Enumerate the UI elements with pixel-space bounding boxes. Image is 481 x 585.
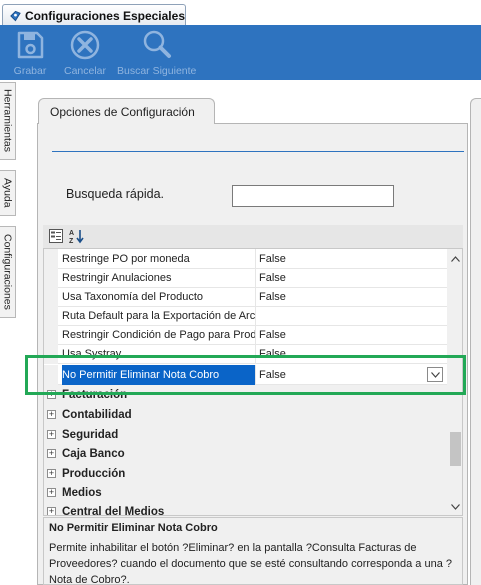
row-gutter xyxy=(44,287,58,307)
search-input[interactable] xyxy=(232,185,394,207)
row-gutter xyxy=(44,325,58,345)
side-tab-ayuda[interactable]: Ayuda xyxy=(0,170,16,216)
property-value[interactable]: False xyxy=(259,325,447,345)
category-label: Contabilidad xyxy=(62,409,132,421)
property-name: Usa Taxonomía del Producto xyxy=(62,287,256,307)
buscar-siguiente-button[interactable]: Buscar Siguiente xyxy=(117,27,196,77)
scroll-up-button[interactable] xyxy=(447,251,462,267)
category-contabilidad[interactable]: + Contabilidad xyxy=(44,405,447,425)
description-pane: No Permitir Eliminar Nota Cobro Permite … xyxy=(43,517,463,585)
category-label: Seguridad xyxy=(62,429,119,441)
chevron-down-icon xyxy=(450,504,460,510)
app-icon xyxy=(10,10,21,21)
description-text: Permite inhabilitar el botón ?Eliminar? … xyxy=(49,542,453,585)
search-label: Busqueda rápida. xyxy=(66,187,164,201)
category-label: Central del Medios xyxy=(62,506,165,516)
property-value[interactable]: False xyxy=(259,268,447,288)
side-tab-herramientas[interactable]: Herramientas xyxy=(0,82,16,160)
grid-row[interactable]: Restringe PO por moneda False xyxy=(44,249,447,269)
row-gutter xyxy=(44,268,58,288)
grabar-button[interactable]: Grabar xyxy=(12,27,48,77)
category-caja-banco[interactable]: + Caja Banco xyxy=(44,444,447,464)
grid-row[interactable]: Restringir Condición de Pago para Produ … xyxy=(44,325,447,345)
grid-row[interactable]: Usa Taxonomía del Producto False xyxy=(44,287,447,307)
expand-icon[interactable]: + xyxy=(47,488,56,497)
property-value[interactable]: False xyxy=(259,287,447,307)
category-label: Medios xyxy=(62,487,102,499)
side-tab-configuraciones[interactable]: Configuraciones xyxy=(0,226,16,318)
svg-text:Z: Z xyxy=(69,238,74,244)
property-name: Restringir Condición de Pago para Produ xyxy=(62,325,256,345)
panel-tab-opciones[interactable]: Opciones de Configuración xyxy=(38,98,215,124)
row-gutter xyxy=(44,306,58,326)
expand-icon[interactable]: + xyxy=(47,469,56,478)
buscar-siguiente-label: Buscar Siguiente xyxy=(117,65,197,77)
scroll-thumb[interactable] xyxy=(450,432,461,466)
expand-icon[interactable]: + xyxy=(47,410,56,419)
chevron-up-icon xyxy=(450,256,460,262)
side-tab-herramientas-label: Herramientas xyxy=(1,89,14,153)
alphabetical-sort-button[interactable]: A Z xyxy=(69,228,85,244)
property-name: Restringe PO por moneda xyxy=(62,249,256,269)
property-value[interactable] xyxy=(259,306,447,326)
grid-row[interactable]: Ruta Default para la Exportación de Arc xyxy=(44,306,447,326)
category-produccion[interactable]: + Producción xyxy=(44,464,447,484)
panel-title: Opciones de Configuración xyxy=(50,105,195,119)
tab-configuraciones-especiales[interactable]: Configuraciones Especiales xyxy=(2,4,186,26)
description-title: No Permitir Eliminar Nota Cobro xyxy=(49,522,218,534)
svg-text:A: A xyxy=(69,230,74,237)
category-label: Caja Banco xyxy=(62,448,125,460)
category-label: Producción xyxy=(62,468,126,480)
categorized-view-button[interactable] xyxy=(48,228,64,244)
expand-icon[interactable]: + xyxy=(47,430,56,439)
grid-row[interactable]: Restringir Anulaciones False xyxy=(44,268,447,288)
grabar-label: Grabar xyxy=(13,65,47,77)
cancel-icon xyxy=(70,30,100,60)
right-panel-edge xyxy=(470,98,481,585)
tab-title: Configuraciones Especiales xyxy=(24,8,185,23)
row-gutter xyxy=(44,249,58,269)
category-central-del-medios[interactable]: + Central del Medios xyxy=(44,502,447,516)
property-name: Restringir Anulaciones xyxy=(62,268,256,288)
property-grid-toolbar: A Z xyxy=(43,225,463,248)
panel-divider xyxy=(52,151,464,152)
category-medios[interactable]: + Medios xyxy=(44,483,447,503)
highlight-box xyxy=(25,355,466,395)
categorized-icon xyxy=(49,229,63,243)
category-seguridad[interactable]: + Seguridad xyxy=(44,425,447,445)
side-tab-ayuda-label: Ayuda xyxy=(1,178,14,208)
scroll-down-button[interactable] xyxy=(447,499,462,515)
side-tab-configuraciones-label: Configuraciones xyxy=(1,234,14,310)
property-value[interactable]: False xyxy=(259,249,447,269)
tab-strip: Configuraciones Especiales xyxy=(0,0,481,26)
main-toolbar: Grabar Cancelar Buscar Siguiente xyxy=(0,25,481,80)
cancelar-label: Cancelar xyxy=(64,65,107,77)
expand-icon[interactable]: + xyxy=(47,507,56,515)
cancelar-button[interactable]: Cancelar xyxy=(64,27,106,77)
property-name: Ruta Default para la Exportación de Arc xyxy=(62,306,256,326)
save-icon xyxy=(17,31,44,59)
search-icon xyxy=(143,30,171,58)
sort-az-icon: A Z xyxy=(69,230,84,244)
expand-icon[interactable]: + xyxy=(47,449,56,458)
